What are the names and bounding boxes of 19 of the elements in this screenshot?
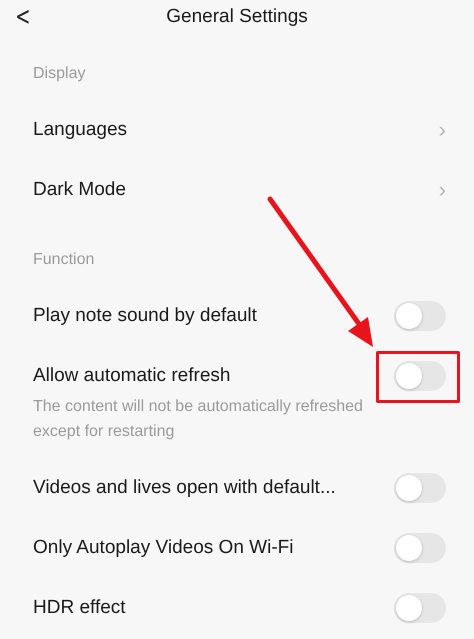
setting-label: Only Autoplay Videos On Wi-Fi [33, 537, 294, 559]
section-header: Display [32, 64, 86, 84]
toggle-switch[interactable] [394, 473, 446, 503]
chevron-icon[interactable]: › [438, 117, 446, 143]
setting-label: Dark Mode [33, 179, 126, 201]
page-title: General Settings [166, 6, 308, 28]
section-header: Function [32, 250, 96, 270]
toggle-switch[interactable] [394, 533, 446, 563]
setting-description: The content will not be automatically refreshed except for restarting [32, 397, 364, 442]
setting-label: Languages [33, 119, 128, 141]
toggle-switch[interactable] [394, 593, 446, 623]
chevron-icon[interactable]: › [438, 177, 446, 203]
setting-label: Videos and lives open with default... [33, 477, 336, 499]
back-button[interactable]: < [15, 2, 31, 32]
setting-label: HDR effect [33, 597, 126, 619]
setting-label: Play note sound by default [33, 305, 257, 327]
toggle-switch[interactable] [394, 301, 446, 331]
toggle-switch[interactable] [394, 361, 446, 391]
setting-label: Allow automatic refresh [33, 365, 230, 387]
